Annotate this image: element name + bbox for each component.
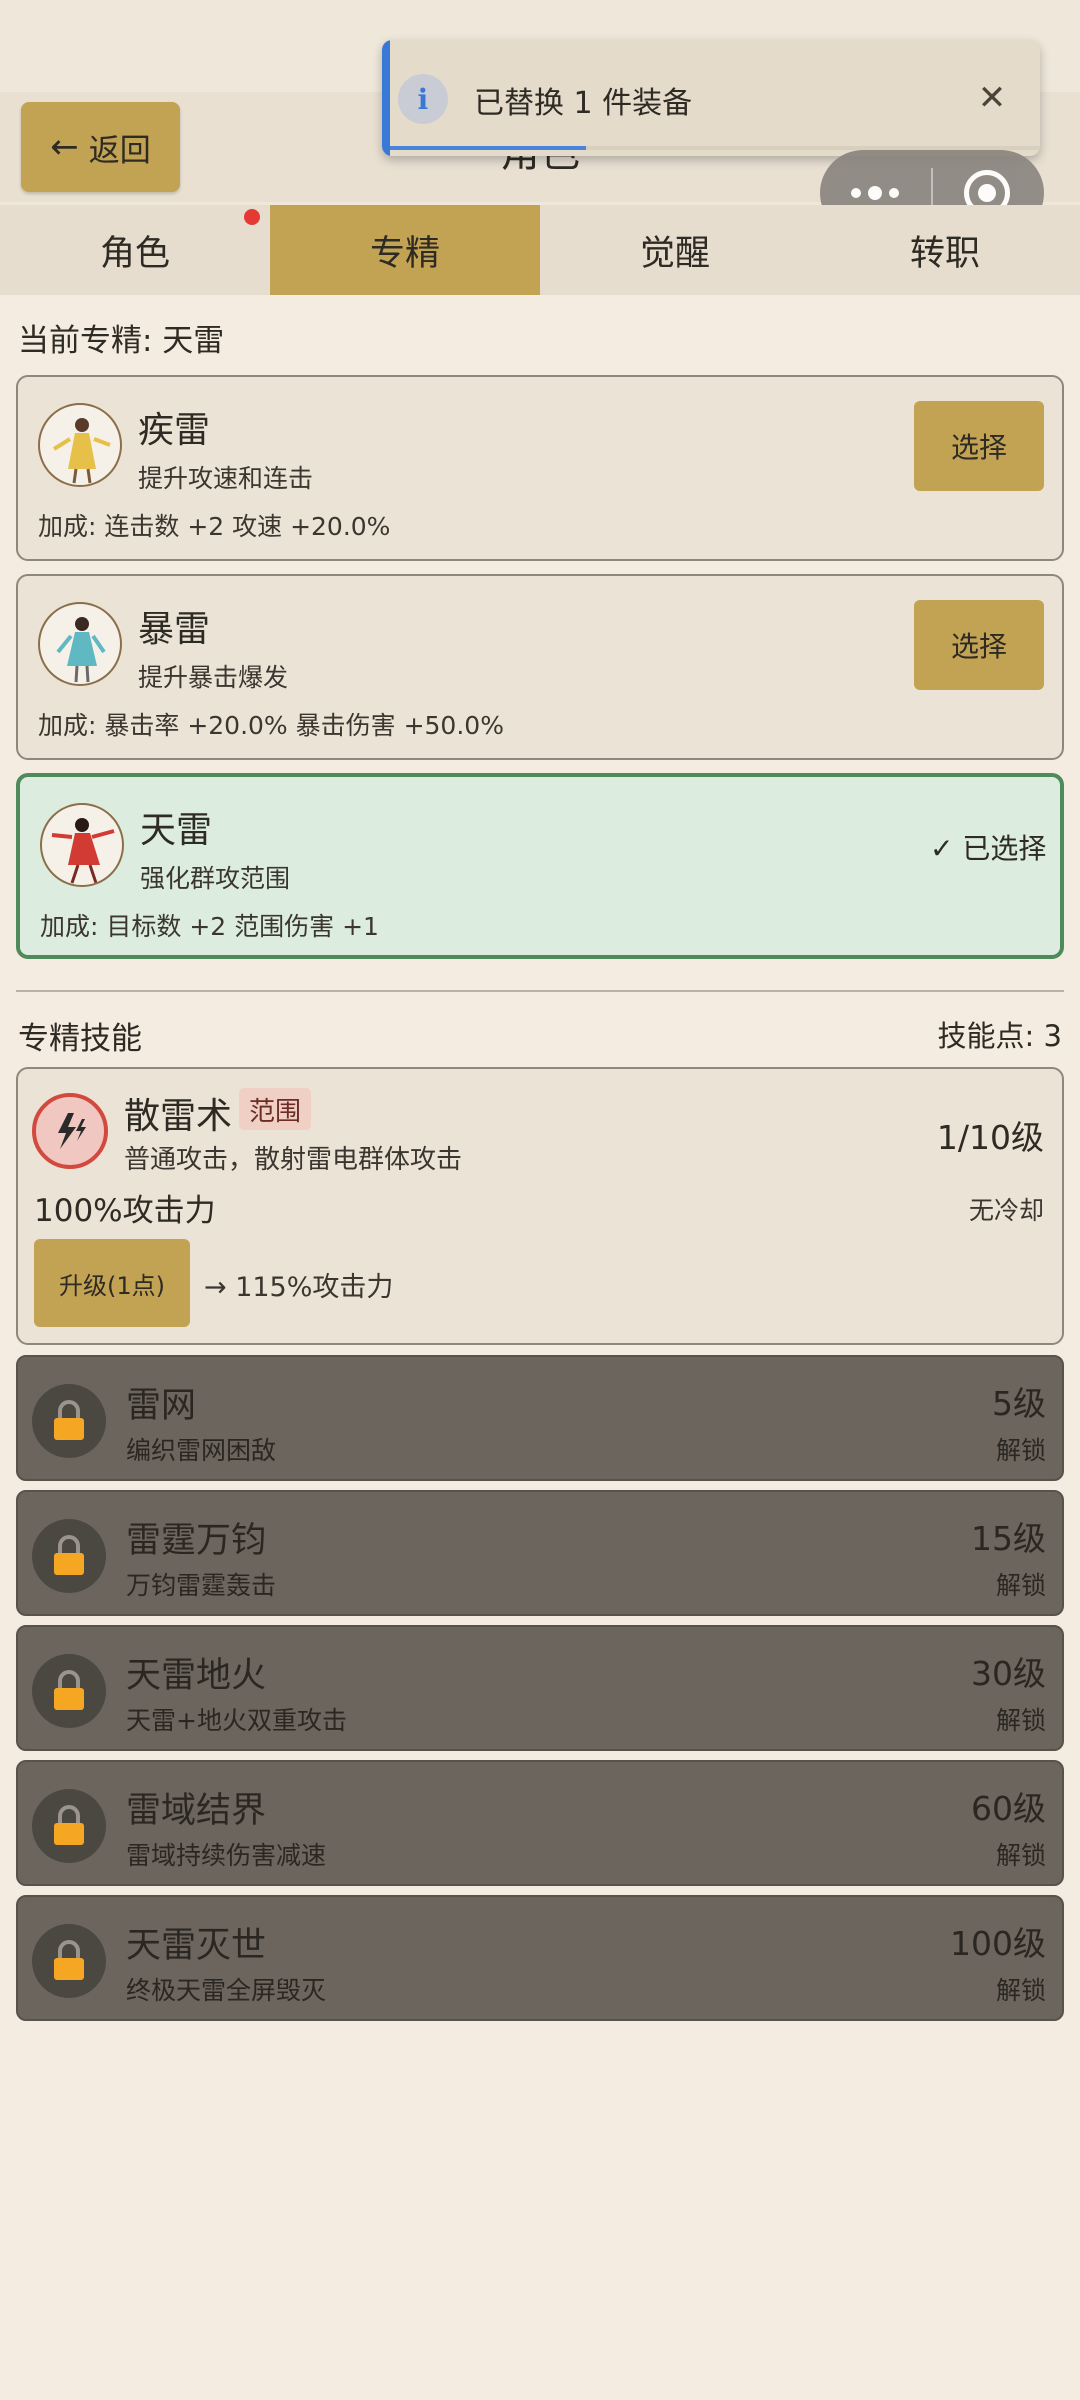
skills-section-title: 专精技能 xyxy=(18,1021,142,1057)
skill-description: 普通攻击，散射雷电群体攻击 xyxy=(124,1145,463,1175)
tab-specialization[interactable]: 专精 xyxy=(270,205,540,295)
skill-points: 技能点: 3 xyxy=(937,1019,1062,1053)
unlock-level: 60级 xyxy=(971,1789,1046,1828)
locked-skill-name: 雷域结界 xyxy=(126,1791,267,1831)
unlock-level: 15级 xyxy=(971,1519,1046,1558)
tab-bar: 角色 专精 觉醒 转职 xyxy=(0,205,1080,295)
back-label: 返回 xyxy=(88,132,151,169)
spec-card: 疾雷 提升攻速和连击 加成: 连击数 +2 攻速 +20.0% 选择 xyxy=(16,375,1064,561)
locked-skill-description: 天雷+地火双重攻击 xyxy=(126,1706,347,1735)
locked-skill-name: 雷网 xyxy=(126,1386,197,1426)
unlock-label: 解锁 xyxy=(995,1976,1046,2005)
toast-progress-fill xyxy=(390,146,586,150)
back-button[interactable]: ← 返回 xyxy=(21,102,180,192)
unlock-label: 解锁 xyxy=(995,1571,1046,1600)
locked-skill-description: 终极天雷全屏毁灭 xyxy=(126,1976,327,2005)
section-divider xyxy=(16,990,1064,992)
toast-message: 已替换 1 件装备 xyxy=(474,86,693,121)
lock-icon xyxy=(32,1384,106,1458)
locked-skill-description: 雷域持续伤害减速 xyxy=(126,1841,327,1870)
spec-bonus: 加成: 目标数 +2 范围伤害 +1 xyxy=(40,912,379,941)
lightning-icon xyxy=(32,1093,108,1169)
skill-cooldown: 无冷却 xyxy=(968,1196,1044,1225)
current-spec-label: 当前专精: 天雷 xyxy=(18,323,225,359)
spec-name: 天雷 xyxy=(140,810,213,851)
toast-notification: i 已替换 1 件装备 ✕ xyxy=(382,40,1040,156)
spec-description: 提升暴击爆发 xyxy=(138,663,289,692)
select-button[interactable]: 选择 xyxy=(914,600,1044,690)
avatar xyxy=(38,602,122,686)
unlock-label: 解锁 xyxy=(995,1841,1046,1870)
locked-skill-name: 雷霆万钧 xyxy=(126,1521,267,1561)
upgrade-button[interactable]: 升级(1点) xyxy=(34,1239,190,1327)
arrow-left-icon: ← xyxy=(50,127,79,167)
upgrade-preview: → 115%攻击力 xyxy=(204,1272,394,1303)
tab-job-change[interactable]: 转职 xyxy=(810,205,1080,295)
locked-skill-card: 雷域结界 雷域持续伤害减速 60级 解锁 xyxy=(16,1760,1064,1886)
tab-label: 专精 xyxy=(369,233,440,274)
info-icon: i xyxy=(398,74,448,124)
avatar xyxy=(40,803,124,887)
lock-icon xyxy=(32,1519,106,1593)
skill-name: 散雷术 xyxy=(124,1096,233,1137)
close-icon[interactable]: ✕ xyxy=(962,68,1022,128)
spec-card-selected: 天雷 强化群攻范围 加成: 目标数 +2 范围伤害 +1 ✓ 已选择 xyxy=(16,773,1064,959)
skill-level: 1/10级 xyxy=(936,1118,1044,1157)
locked-skill-name: 天雷地火 xyxy=(126,1656,267,1696)
notification-dot xyxy=(244,209,260,225)
locked-skill-name: 天雷灭世 xyxy=(126,1926,267,1966)
locked-skill-description: 编织雷网困敌 xyxy=(126,1436,277,1465)
locked-skill-card: 雷网 编织雷网困敌 5级 解锁 xyxy=(16,1355,1064,1481)
unlock-level: 100级 xyxy=(950,1924,1046,1963)
active-skill-card: 散雷术 范围 1/10级 普通攻击，散射雷电群体攻击 100%攻击力 无冷却 升… xyxy=(16,1067,1064,1345)
locked-skill-description: 万钧雷霆轰击 xyxy=(126,1571,277,1600)
selected-indicator: ✓ 已选择 xyxy=(930,832,1047,865)
unlock-level: 5级 xyxy=(992,1384,1046,1423)
tab-role[interactable]: 角色 xyxy=(0,205,270,295)
locked-skill-card: 天雷灭世 终极天雷全屏毁灭 100级 解锁 xyxy=(16,1895,1064,2021)
tab-label: 觉醒 xyxy=(639,233,710,274)
spec-bonus: 加成: 连击数 +2 攻速 +20.0% xyxy=(38,512,391,541)
spec-card: 暴雷 提升暴击爆发 加成: 暴击率 +20.0% 暴击伤害 +50.0% 选择 xyxy=(16,574,1064,760)
tab-awakening[interactable]: 觉醒 xyxy=(540,205,810,295)
spec-description: 强化群攻范围 xyxy=(140,864,291,893)
unlock-label: 解锁 xyxy=(995,1706,1046,1735)
toast-accent-bar xyxy=(382,40,390,156)
avatar xyxy=(38,403,122,487)
lock-icon xyxy=(32,1654,106,1728)
spec-name: 暴雷 xyxy=(138,609,211,650)
unlock-label: 解锁 xyxy=(995,1436,1046,1465)
spec-name: 疾雷 xyxy=(138,410,211,451)
tab-label: 角色 xyxy=(99,233,170,274)
locked-skill-card: 雷霆万钧 万钧雷霆轰击 15级 解锁 xyxy=(16,1490,1064,1616)
spec-description: 提升攻速和连击 xyxy=(138,464,314,493)
locked-skill-card: 天雷地火 天雷+地火双重攻击 30级 解锁 xyxy=(16,1625,1064,1751)
lock-icon xyxy=(32,1789,106,1863)
skill-power: 100%攻击力 xyxy=(34,1193,216,1229)
spec-bonus: 加成: 暴击率 +20.0% 暴击伤害 +50.0% xyxy=(38,711,504,740)
lock-icon xyxy=(32,1924,106,1998)
skill-tag: 范围 xyxy=(239,1088,312,1130)
tab-label: 转职 xyxy=(909,233,980,274)
select-button[interactable]: 选择 xyxy=(914,401,1044,491)
unlock-level: 30级 xyxy=(971,1654,1046,1693)
